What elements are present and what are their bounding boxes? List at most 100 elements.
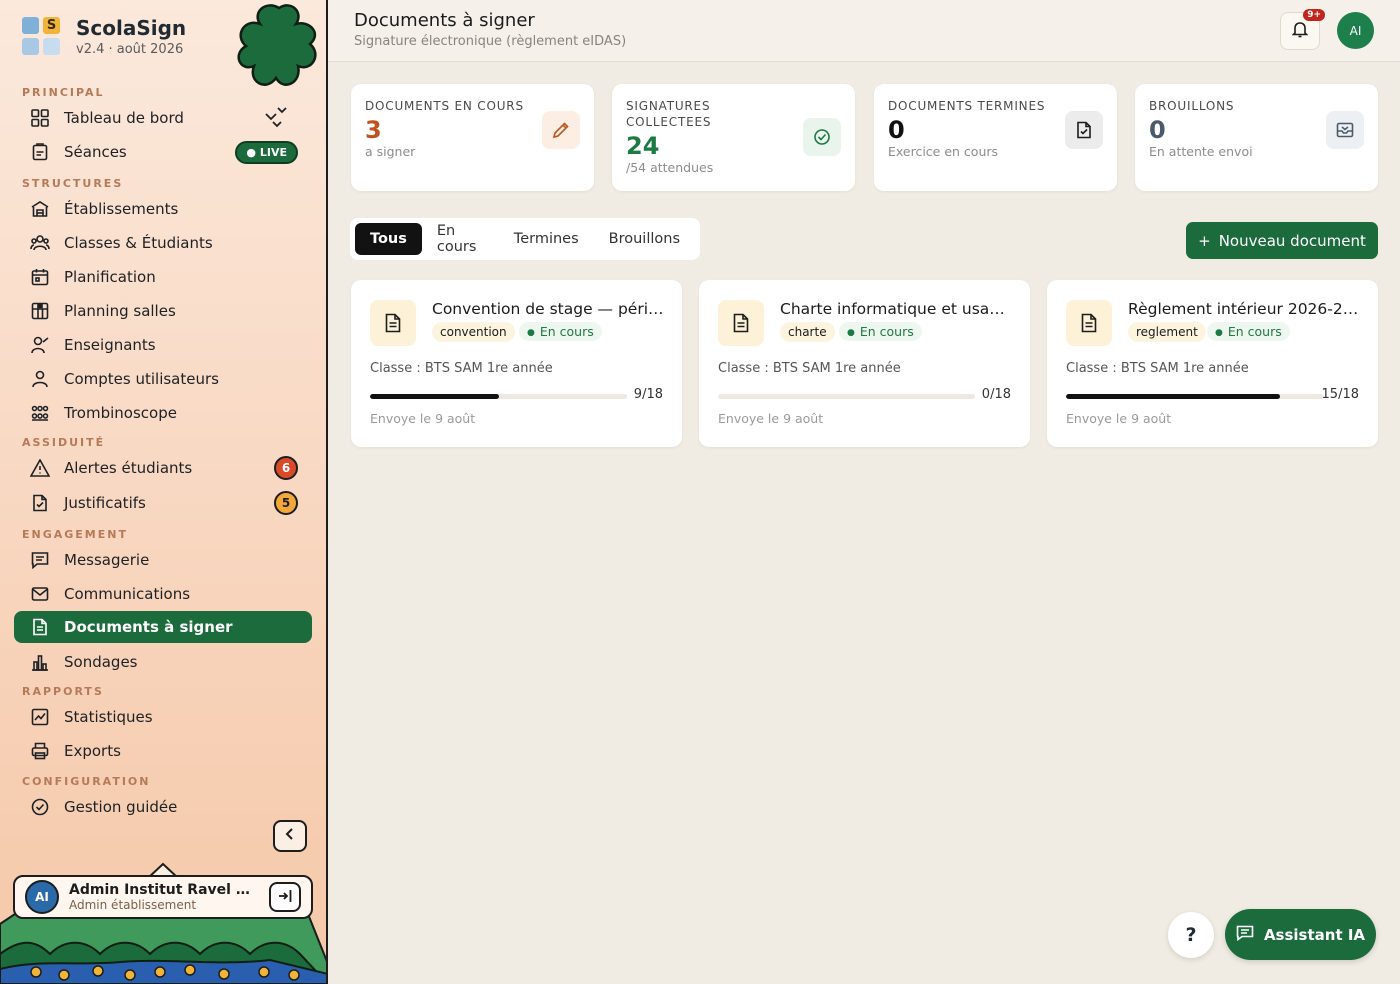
people-grid-icon	[30, 403, 50, 423]
notifications-button[interactable]: 9+	[1280, 9, 1325, 50]
document-class: Classe : BTS SAM 1re année	[1066, 361, 1249, 376]
document-title: Règlement intérieur 2026-2027	[1128, 300, 1362, 318]
stat-card-signatures: SIGNATURES COLLECTEES 24 /54 attendues	[612, 84, 855, 191]
sidebar-item-label: Comptes utilisateurs	[64, 370, 219, 388]
plus-icon: +	[1198, 231, 1211, 250]
stat-label: DOCUMENTS EN COURS	[365, 99, 524, 113]
warning-icon	[30, 458, 50, 478]
sidebar-item-planification[interactable]: Planification	[14, 261, 312, 293]
hills-decoration	[0, 862, 326, 984]
chevron-left-icon	[285, 828, 295, 844]
progress-fill	[370, 394, 499, 399]
sidebar-item-label: Justificatifs	[64, 494, 146, 512]
stat-label: BROUILLONS	[1149, 99, 1235, 113]
grid-icon	[30, 108, 50, 128]
sidebar-item-statistiques[interactable]: Statistiques	[14, 701, 312, 733]
mail-icon	[30, 584, 50, 604]
avatar: AI	[25, 880, 59, 914]
new-document-label: Nouveau document	[1218, 231, 1366, 250]
tab-brouillons[interactable]: Brouillons	[594, 223, 695, 255]
sidebar-item-communications[interactable]: Communications	[14, 578, 312, 610]
check-circle-icon	[803, 118, 841, 156]
sidebar-item-label: Séances	[64, 143, 127, 161]
help-button[interactable]: ?	[1168, 912, 1214, 958]
progress-fill	[1066, 394, 1281, 399]
sidebar-item-label: Trombinoscope	[64, 404, 177, 422]
stat-sub: /54 attendues	[626, 160, 714, 175]
file-check-icon	[30, 493, 50, 513]
tab-termines[interactable]: Termines	[499, 223, 594, 255]
sidebar-item-label: Statistiques	[64, 708, 153, 726]
live-badge: ● LIVE	[235, 141, 298, 164]
inbox-icon	[1326, 111, 1364, 149]
clipboard-icon	[30, 142, 50, 162]
sidebar-item-dashboard[interactable]: Tableau de bord	[14, 102, 312, 134]
check-circle-icon	[30, 797, 50, 817]
document-title: Convention de stage — périod...	[432, 300, 666, 318]
sidebar-item-label: Classes & Étudiants	[64, 234, 213, 252]
stat-label: DOCUMENTS TERMINES	[888, 99, 1046, 113]
document-card[interactable]: Convention de stage — périod... conventi…	[351, 280, 682, 447]
profile-avatar[interactable]: AI	[1337, 12, 1374, 49]
signature-count: 15/18	[1321, 387, 1359, 402]
sidebar-item-enseignants[interactable]: Enseignants	[14, 329, 312, 361]
section-structures: STRUCTURES	[22, 177, 124, 190]
printer-icon	[30, 741, 50, 761]
sidebar-item-label: Établissements	[64, 200, 179, 218]
sidebar-item-sondages[interactable]: Sondages	[14, 646, 312, 678]
sidebar-item-label: Alertes étudiants	[64, 459, 193, 477]
sidebar-item-label: Sondages	[64, 653, 138, 671]
alert-count-badge: 6	[274, 456, 298, 480]
flower-decoration	[237, 4, 317, 86]
progress-bar	[1066, 394, 1323, 399]
user-card[interactable]: AI Admin Institut Ravel For... Admin éta…	[13, 875, 313, 919]
sidebar-item-label: Messagerie	[64, 551, 150, 569]
assistant-ia-button[interactable]: Assistant IA	[1225, 909, 1376, 960]
sidebar-item-etablissements[interactable]: Établissements	[14, 193, 312, 225]
document-title: Charte informatique et usage ...	[780, 300, 1014, 318]
sidebar-item-justificatifs[interactable]: Justificatifs 5	[14, 487, 312, 519]
collapse-sidebar-button[interactable]	[273, 820, 307, 852]
users-icon	[30, 233, 50, 253]
section-assiduite: ASSIDUITÉ	[22, 436, 106, 449]
calendar-icon	[30, 267, 50, 287]
progress-bar	[718, 394, 975, 399]
document-icon	[370, 300, 416, 346]
sidebar-item-label: Planning salles	[64, 302, 176, 320]
signature-count: 0/18	[981, 387, 1011, 402]
section-principal: PRINCIPAL	[22, 86, 105, 99]
new-document-button[interactable]: + Nouveau document	[1186, 222, 1378, 259]
sidebar-item-planning-salles[interactable]: Planning salles	[14, 295, 312, 327]
logout-icon	[278, 888, 292, 907]
sidebar-item-classes[interactable]: Classes & Étudiants	[14, 227, 312, 259]
document-card[interactable]: Règlement intérieur 2026-2027 reglement …	[1047, 280, 1378, 447]
tab-en-cours[interactable]: En cours	[422, 223, 499, 255]
sidebar-item-label: Tableau de bord	[64, 109, 184, 127]
document-card[interactable]: Charte informatique et usage ... charte …	[699, 280, 1030, 447]
chevrons-icon[interactable]	[264, 102, 290, 129]
sent-date: Envoye le 9 août	[718, 411, 824, 426]
app-logo: S	[22, 16, 62, 57]
sidebar-item-comptes[interactable]: Comptes utilisateurs	[14, 363, 312, 395]
tab-tous[interactable]: Tous	[355, 223, 422, 255]
document-class: Classe : BTS SAM 1re année	[718, 361, 901, 376]
sidebar-item-alertes[interactable]: Alertes étudiants 6	[14, 452, 312, 484]
brand[interactable]: S ScolaSign v2.4 · août 2026	[22, 16, 186, 57]
sidebar-item-messagerie[interactable]: Messagerie	[14, 544, 312, 576]
sidebar-item-documents[interactable]: Documents à signer	[14, 611, 312, 643]
sidebar-item-trombinoscope[interactable]: Trombinoscope	[14, 397, 312, 429]
sidebar-item-seances[interactable]: Séances ● LIVE	[14, 136, 312, 168]
signature-count: 9/18	[633, 387, 663, 402]
logout-button[interactable]	[269, 882, 301, 912]
user-role: Admin établissement	[69, 898, 197, 912]
message-icon	[30, 550, 50, 570]
page-title: Documents à signer	[354, 10, 535, 31]
sidebar-item-gestion[interactable]: Gestion guidée	[14, 791, 312, 823]
document-class: Classe : BTS SAM 1re année	[370, 361, 553, 376]
sidebar: S ScolaSign v2.4 · août 2026 PRINCIPAL T…	[0, 0, 328, 984]
app-name: ScolaSign	[76, 16, 187, 40]
sidebar-item-exports[interactable]: Exports	[14, 735, 312, 767]
filter-tabs: Tous En cours Termines Brouillons	[350, 218, 700, 260]
stat-card-brouillons: BROUILLONS 0 En attente envoi	[1135, 84, 1378, 191]
notifications-badge: 9+	[1303, 9, 1325, 21]
